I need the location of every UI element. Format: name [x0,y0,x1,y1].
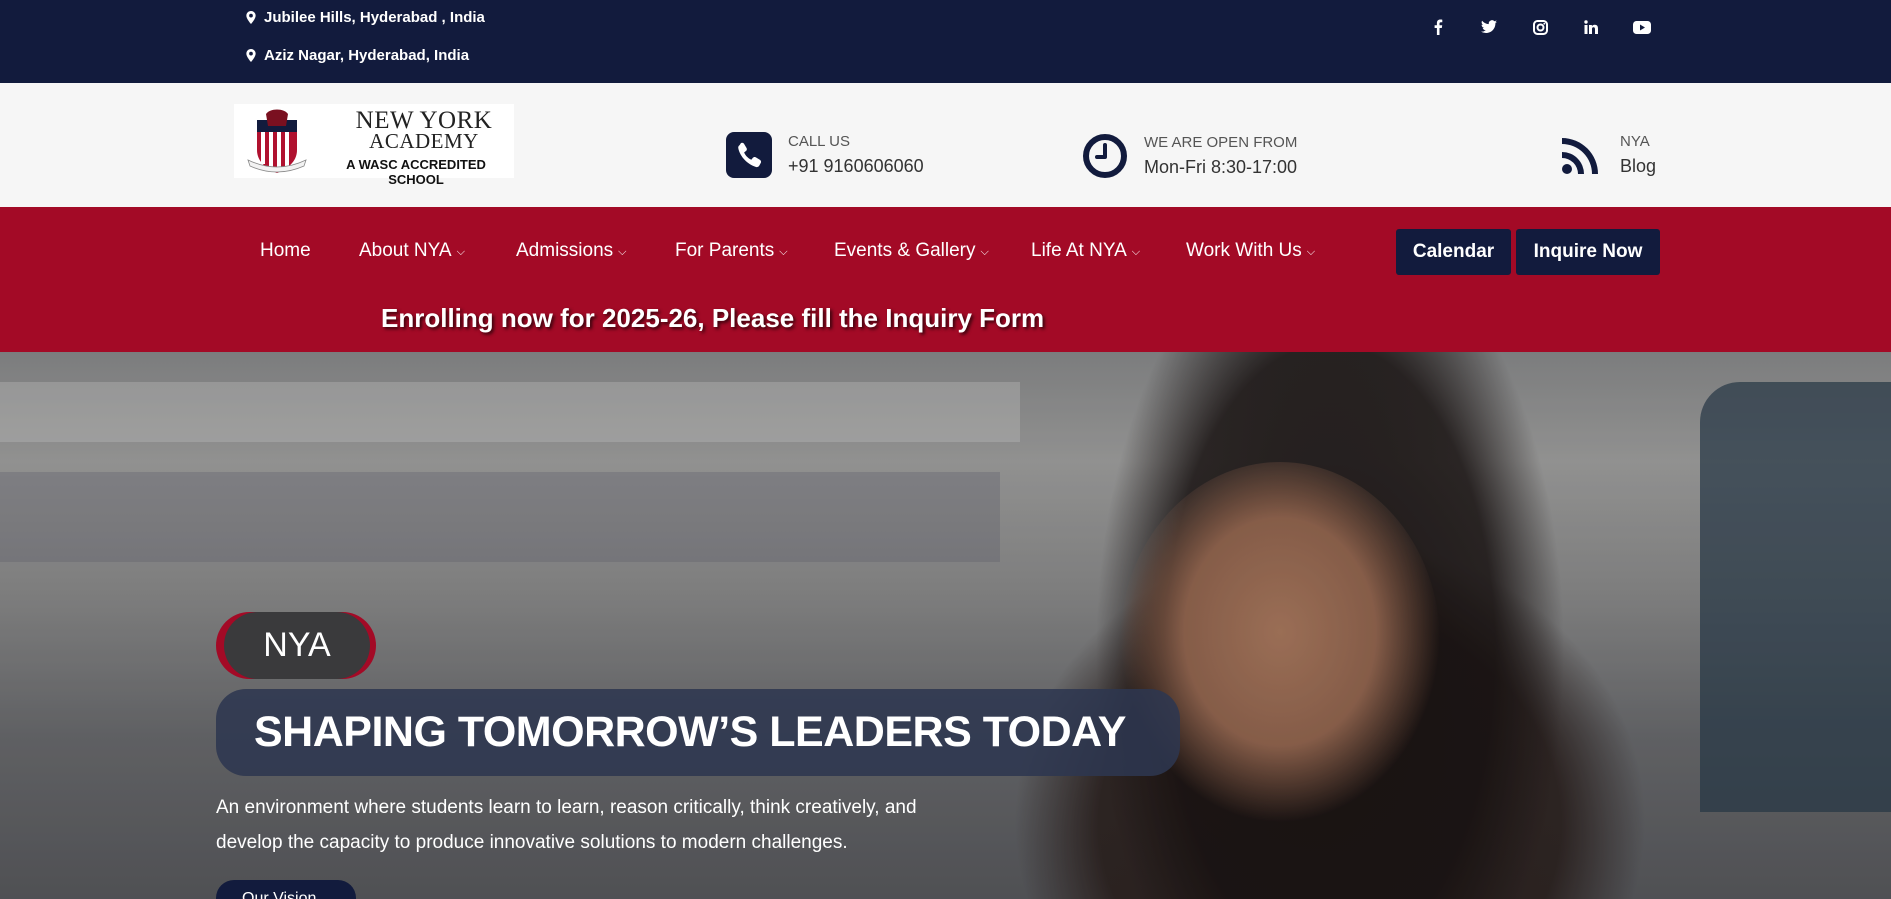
nav-life-at-nya[interactable]: Life At NYA ⌵ [1031,240,1140,262]
blog-link[interactable]: NYA Blog [1558,131,1656,179]
nav-for-parents[interactable]: For Parents ⌵ [675,240,788,262]
nav-label: Admissions [516,240,614,261]
instagram-icon[interactable] [1529,16,1551,38]
hero-badge: NYA [224,612,370,679]
phone-icon [726,132,772,178]
nav-label: For Parents [675,240,775,261]
chevron-down-icon: ⌵ [456,245,465,258]
clock-icon [1082,133,1128,179]
facebook-icon[interactable] [1427,16,1449,38]
chevron-down-icon: ⌵ [618,245,627,258]
nav-work-with-us[interactable]: Work With Us ⌵ [1186,240,1315,262]
phone-number[interactable]: +91 9160606060 [788,153,924,179]
enrollment-banner[interactable]: Enrolling now for 2025-26, Please fill t… [381,303,1044,334]
school-logo[interactable]: NEW YORK ACADEMY A WASC ACCREDITED SCHOO… [234,104,514,187]
open-hours-value: Mon-Fri 8:30-17:00 [1144,157,1298,177]
address-jubilee: Jubilee Hills, Hyderabad , India [246,9,485,26]
nav-label: Home [260,240,311,261]
hero-headline: SHAPING TOMORROW’S LEADERS TODAY [216,689,1180,776]
inquire-now-button[interactable]: Inquire Now [1516,229,1660,275]
logo-line-2: ACADEMY [369,129,479,153]
nav-about[interactable]: About NYA ⌵ [359,240,465,262]
calendar-button[interactable]: Calendar [1396,229,1511,275]
address-text: Aziz Nagar, Hyderabad, India [264,47,470,64]
youtube-icon[interactable] [1631,16,1653,38]
blog-value[interactable]: Blog [1620,153,1656,179]
map-pin-icon [246,49,256,62]
nav-label: Work With Us [1186,240,1302,261]
address-aziz: Aziz Nagar, Hyderabad, India [246,47,469,64]
chevron-down-icon: ⌵ [779,245,788,258]
nav-label: Life At NYA [1031,240,1127,261]
rss-icon [1558,132,1604,178]
logo-tagline: A WASC ACCREDITED SCHOOL [346,157,486,187]
nav-home[interactable]: Home [260,240,311,262]
nav-label: Events & Gallery [834,240,976,261]
open-hours-label: WE ARE OPEN FROM [1144,134,1298,151]
hero-description: An environment where students learn to l… [216,797,917,853]
nav-label: About NYA [359,240,452,261]
call-us-label: CALL US [788,133,850,150]
our-vision-button[interactable]: Our Vision [216,880,356,899]
crest-icon [247,109,307,173]
map-pin-icon [246,11,256,24]
twitter-icon[interactable] [1478,16,1500,38]
blog-label: NYA [1620,133,1650,150]
opening-hours-block: WE ARE OPEN FROM Mon-Fri 8:30-17:00 [1082,132,1297,180]
nav-events-gallery[interactable]: Events & Gallery ⌵ [834,240,989,262]
linkedin-icon[interactable] [1580,16,1602,38]
chevron-down-icon: ⌵ [980,245,989,258]
call-us-block[interactable]: CALL US +91 9160606060 [726,131,924,179]
nav-admissions[interactable]: Admissions ⌵ [516,240,627,262]
chevron-down-icon: ⌵ [1306,245,1316,258]
address-text: Jubilee Hills, Hyderabad , India [264,9,485,26]
chevron-down-icon: ⌵ [1131,245,1141,258]
